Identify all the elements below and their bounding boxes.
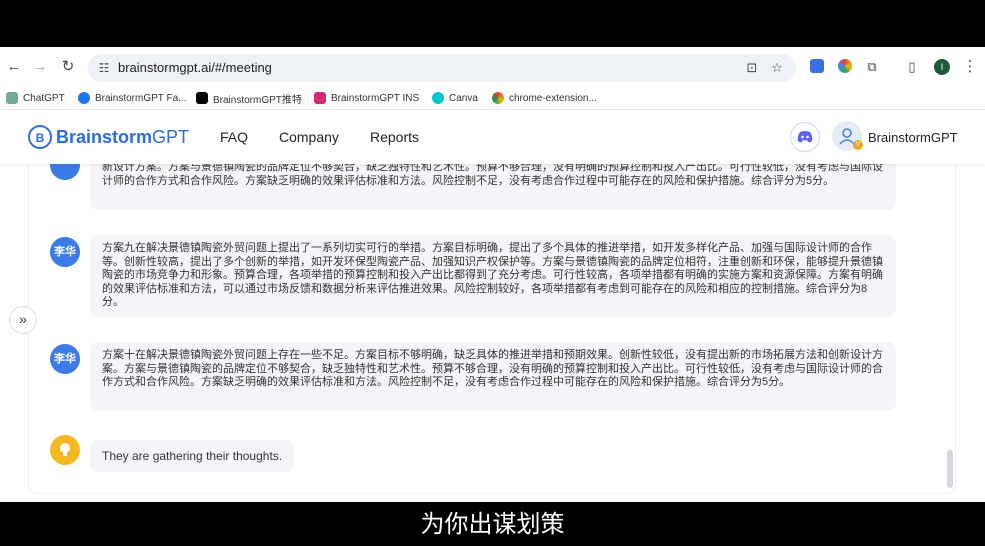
message-bubble: 新设计方案。方案与景德镇陶瓷的品牌定位不够契合，缺乏独特性和艺术性。预算不够合理…: [90, 164, 896, 210]
expand-sidebar-button[interactable]: »: [9, 306, 37, 334]
message-bubble: 方案十在解决景德镇陶瓷外贸问题上存在一些不足。方案目标不够明确，缺乏具体的推进举…: [90, 342, 896, 411]
message-bubble: 方案九在解决景德镇陶瓷外贸问题上提出了一系列切实可行的举措。方案目标明确，提出了…: [90, 235, 896, 317]
instagram-icon: [314, 92, 326, 104]
nav-company[interactable]: Company: [279, 129, 339, 145]
discord-icon: [797, 131, 813, 143]
url-text[interactable]: brainstormgpt.ai/#/meeting: [118, 60, 272, 75]
bookmark-star-icon[interactable]: ☆: [769, 60, 785, 76]
discord-button[interactable]: [790, 122, 820, 152]
bookmark-chatgpt[interactable]: ChatGPT: [6, 90, 65, 106]
status-bubble: They are gathering their thoughts.: [90, 440, 295, 472]
message-avatar: 李华: [50, 237, 80, 267]
menu-dots-icon[interactable]: ⋮: [960, 57, 980, 77]
extensions-puzzle-icon[interactable]: ⧉: [862, 57, 882, 77]
address-bar[interactable]: ☷ brainstormgpt.ai/#/meeting ⊡ ☆: [88, 54, 796, 82]
user-name[interactable]: BrainstormGPT: [868, 130, 958, 145]
bookmark-canva[interactable]: Canva: [432, 90, 478, 106]
logo-bulb-icon: B: [28, 125, 52, 149]
extension-icon[interactable]: [810, 59, 824, 73]
reload-icon[interactable]: ↻: [58, 57, 78, 77]
site-info-icon[interactable]: ☷: [96, 60, 112, 76]
thinking-bulb-icon: [50, 435, 80, 465]
chatgpt-icon: [6, 92, 18, 104]
profile-avatar[interactable]: I: [934, 59, 950, 75]
vip-badge-icon: V: [853, 140, 863, 150]
chat-scrollbar[interactable]: [947, 450, 953, 488]
extension-color-icon[interactable]: [838, 59, 852, 73]
video-subtitle: 为你出谋划策: [420, 511, 565, 538]
x-twitter-icon: [196, 92, 208, 104]
side-panel-icon[interactable]: ▯: [902, 57, 922, 77]
bookmark-chrome-extension[interactable]: chrome-extension...: [492, 90, 597, 106]
site-header: B Brainstorm GPT FAQ Company Reports V Br…: [0, 110, 985, 164]
bookmark-twitter[interactable]: BrainstormGPT推特: [196, 90, 302, 106]
forward-icon[interactable]: →: [30, 57, 50, 77]
bookmark-facebook[interactable]: BrainstormGPT Fa...: [78, 90, 187, 106]
bookmarks-bar: ChatGPT BrainstormGPT Fa... BrainstormGP…: [0, 87, 985, 110]
canva-icon: [432, 92, 444, 104]
nav-reports[interactable]: Reports: [370, 129, 419, 145]
brainstormgpt-logo[interactable]: B Brainstorm GPT: [28, 123, 189, 151]
back-icon[interactable]: ←: [4, 57, 24, 77]
message-avatar: 李华: [50, 344, 80, 374]
facebook-icon: [78, 92, 90, 104]
bookmark-instagram[interactable]: BrainstormGPT INS: [314, 90, 419, 106]
message-avatar: [50, 164, 80, 180]
browser-toolbar: ← → ↻ ☷ brainstormgpt.ai/#/meeting ⊡ ☆ ⧉…: [0, 47, 985, 87]
nav-faq[interactable]: FAQ: [220, 129, 248, 145]
install-app-icon[interactable]: ⊡: [744, 60, 760, 76]
chat-panel: 新设计方案。方案与景德镇陶瓷的品牌定位不够契合，缺乏独特性和艺术性。预算不够合理…: [28, 164, 956, 494]
chrome-icon: [492, 92, 504, 104]
